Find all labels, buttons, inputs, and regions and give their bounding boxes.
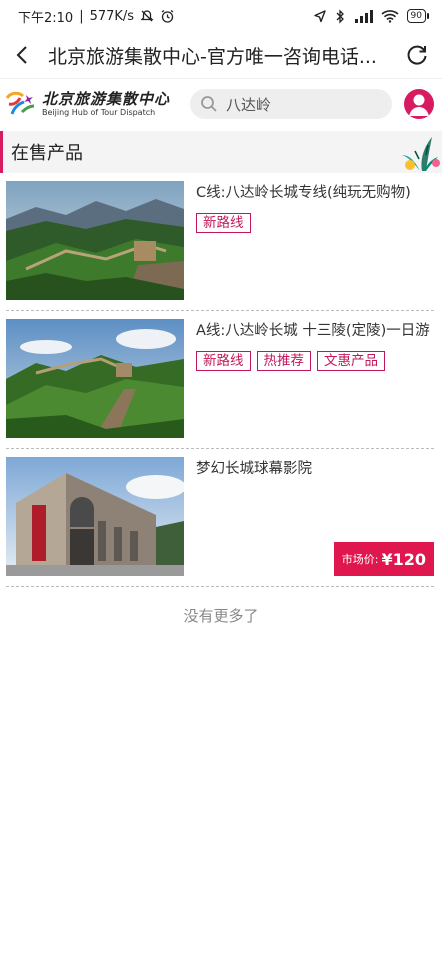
location-icon — [313, 10, 326, 23]
product-image[interactable] — [6, 319, 184, 438]
search-icon — [201, 96, 217, 112]
bluetooth-icon — [336, 8, 344, 24]
product-list: C线:八达岭长城专线(纯玩无购物) 新路线 A线:八达岭长城 十三陵(定陵)一日… — [0, 173, 442, 587]
brand-bar: 北京旅游集散中心 Beijing Hub of Tour Dispatch — [0, 79, 442, 129]
status-separator: | — [79, 8, 84, 24]
product-title[interactable]: A线:八达岭长城 十三陵(定陵)一日游 — [196, 320, 434, 343]
user-avatar-icon[interactable] — [404, 89, 434, 119]
product-image[interactable] — [6, 181, 184, 300]
status-bar: 下午2:10 | 577K/s 90 — [0, 0, 442, 32]
status-left: 下午2:10 | 577K/s — [18, 7, 175, 26]
wifi-icon — [381, 10, 399, 23]
logo-text: 北京旅游集散中心 Beijing Hub of Tour Dispatch — [42, 90, 170, 118]
tag-badge: 新路线 — [196, 351, 251, 371]
section-title: 在售产品 — [11, 143, 83, 164]
status-right: 90 — [313, 8, 430, 24]
price-value: ¥120 — [381, 549, 426, 569]
product-title[interactable]: 梦幻长城球幕影院 — [196, 458, 434, 481]
nav-bar: 北京旅游集散中心-官方唯一咨询电话... — [0, 32, 442, 79]
search-box[interactable] — [190, 89, 392, 119]
battery-icon: 90 — [406, 9, 430, 23]
page-title: 北京旅游集散中心-官方唯一咨询电话... — [48, 45, 377, 68]
refresh-icon[interactable] — [404, 42, 430, 68]
tag-badge: 热推荐 — [256, 351, 311, 371]
price-label: 市场价: — [341, 553, 379, 566]
price-badge: 市场价: ¥120 — [333, 542, 434, 576]
plant-decoration-icon — [402, 137, 440, 171]
back-icon[interactable] — [10, 43, 34, 67]
logo-mark-icon — [5, 91, 35, 115]
logo[interactable]: 北京旅游集散中心 Beijing Hub of Tour Dispatch — [4, 90, 184, 118]
product-image[interactable] — [6, 457, 184, 576]
section-header: 在售产品 — [0, 131, 442, 173]
status-speed: 577K/s — [89, 8, 135, 24]
logo-name-en: Beijing Hub of Tour Dispatch — [42, 108, 156, 117]
tag-list: 新路线 热推荐 文惠产品 — [196, 351, 434, 371]
product-item[interactable]: A线:八达岭长城 十三陵(定陵)一日游 新路线 热推荐 文惠产品 — [6, 311, 434, 449]
product-info: A线:八达岭长城 十三陵(定陵)一日游 新路线 热推荐 文惠产品 — [184, 319, 434, 438]
alarm-icon — [161, 9, 174, 23]
product-item[interactable]: 梦幻长城球幕影院 市场价: ¥120 — [6, 449, 434, 587]
status-time: 下午2:10 — [18, 10, 74, 26]
tag-badge: 新路线 — [196, 213, 251, 233]
mute-icon — [140, 10, 154, 22]
no-more-text: 没有更多了 — [183, 607, 259, 625]
product-item[interactable]: C线:八达岭长城专线(纯玩无购物) 新路线 — [6, 173, 434, 311]
tag-list: 新路线 — [196, 213, 434, 233]
search-input[interactable] — [224, 94, 368, 114]
tag-badge: 文惠产品 — [317, 351, 385, 371]
signal-icon — [354, 10, 373, 23]
product-info: C线:八达岭长城专线(纯玩无购物) 新路线 — [184, 181, 434, 300]
logo-name-cn: 北京旅游集散中心 — [42, 90, 171, 108]
product-title[interactable]: C线:八达岭长城专线(纯玩无购物) — [196, 182, 434, 205]
